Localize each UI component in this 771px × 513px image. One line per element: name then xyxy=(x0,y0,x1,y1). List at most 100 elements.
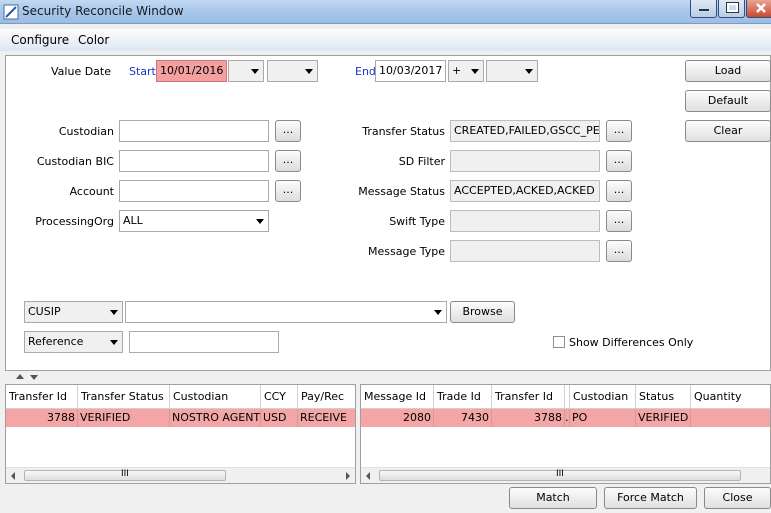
swift-type-label: Swift Type xyxy=(389,215,445,228)
transfer-status-field[interactable]: CREATED,FAILED,GSCC_PENI xyxy=(450,120,600,142)
scroll-left-icon[interactable] xyxy=(11,472,15,480)
scroll-thumb[interactable]: III xyxy=(24,469,226,481)
close-button[interactable]: Close xyxy=(704,487,771,509)
minimize-icon xyxy=(699,9,709,11)
cell-quantity xyxy=(691,409,770,427)
menu-color[interactable]: Color xyxy=(78,33,109,47)
cell-status: VERIFIED xyxy=(636,409,691,427)
match-button[interactable]: Match xyxy=(509,487,597,509)
chevron-down-icon xyxy=(471,69,479,74)
processing-org-select[interactable]: ALL xyxy=(119,210,269,232)
sd-filter-chooser-button[interactable]: ... xyxy=(606,150,632,172)
column-header[interactable]: CCY xyxy=(261,385,298,409)
account-label: Account xyxy=(69,185,114,198)
default-button[interactable]: Default xyxy=(685,90,771,112)
cell-trade-id: 7430 xyxy=(434,409,492,427)
message-status-chooser-button[interactable]: ... xyxy=(606,180,632,202)
reference-type-select[interactable]: Reference xyxy=(24,331,123,353)
chevron-down-icon xyxy=(434,310,442,315)
processing-org-value: ALL xyxy=(123,214,143,227)
security-type-value: CUSIP xyxy=(28,305,61,318)
show-differences-checkbox[interactable] xyxy=(553,336,565,348)
column-header[interactable]: Message Id xyxy=(361,385,434,409)
start-tenor-select[interactable] xyxy=(267,60,318,82)
cell-custodian: PO xyxy=(570,409,636,427)
column-header[interactable]: Status xyxy=(636,385,691,409)
cell-transfer-id: 3788 xyxy=(6,409,78,427)
chevron-down-icon xyxy=(256,219,264,224)
custodian-bic-field[interactable] xyxy=(119,150,269,172)
end-date-field[interactable]: 10/03/2017 xyxy=(375,60,446,82)
scroll-thumb[interactable]: III xyxy=(379,469,741,481)
force-match-button[interactable]: Force Match xyxy=(604,487,697,509)
reference-type-value: Reference xyxy=(28,335,84,348)
messages-table: Message Id Trade Id Transfer Id Custodia… xyxy=(360,384,771,484)
security-id-combo[interactable] xyxy=(125,301,447,323)
maximize-button[interactable] xyxy=(718,0,745,18)
maximize-icon xyxy=(726,2,739,13)
custodian-chooser-button[interactable]: ... xyxy=(275,120,301,142)
message-status-label: Message Status xyxy=(358,185,445,198)
menu-bar: Configure Color xyxy=(0,29,771,51)
column-header[interactable]: Quantity xyxy=(691,385,770,409)
end-offset-select[interactable]: + xyxy=(448,60,484,82)
security-type-select[interactable]: CUSIP xyxy=(24,301,123,323)
cell-ccy: USD xyxy=(261,409,298,427)
end-tenor-select[interactable] xyxy=(486,60,538,82)
start-offset-select[interactable] xyxy=(228,60,264,82)
horizontal-scrollbar[interactable]: III xyxy=(6,467,355,483)
collapse-down-icon[interactable] xyxy=(30,375,38,380)
horizontal-scrollbar[interactable]: III xyxy=(361,467,770,483)
value-date-label: Value Date xyxy=(51,65,111,78)
table-row[interactable]: 2080 7430 3788 . PO VERIFIED xyxy=(361,409,770,427)
chevron-down-icon xyxy=(251,69,259,74)
column-header[interactable]: Transfer Id xyxy=(492,385,565,409)
column-header[interactable]: Transfer Id xyxy=(6,385,78,409)
load-button[interactable]: Load xyxy=(685,60,771,82)
column-header[interactable]: Transfer Status xyxy=(78,385,170,409)
menu-configure[interactable]: Configure xyxy=(11,33,69,47)
custodian-field[interactable] xyxy=(119,120,269,142)
scroll-left-icon[interactable] xyxy=(366,472,370,480)
close-window-button[interactable] xyxy=(746,0,771,18)
message-type-chooser-button[interactable]: ... xyxy=(606,240,632,262)
cell-message-id: 2080 xyxy=(361,409,434,427)
browse-button[interactable]: Browse xyxy=(450,301,515,323)
cell-transfer-id: 3788 xyxy=(492,409,565,427)
transfer-status-chooser-button[interactable]: ... xyxy=(606,120,632,142)
clear-button[interactable]: Clear xyxy=(685,120,771,142)
minimize-button[interactable] xyxy=(690,0,717,18)
transfers-table: Transfer Id Transfer Status Custodian CC… xyxy=(5,384,356,484)
message-type-field[interactable] xyxy=(450,240,600,262)
cell-transfer-status: VERIFIED xyxy=(78,409,170,427)
message-type-label: Message Type xyxy=(368,245,445,258)
sd-filter-label: SD Filter xyxy=(398,155,445,168)
show-differences-label: Show Differences Only xyxy=(569,336,694,349)
reference-field[interactable] xyxy=(129,331,279,353)
message-status-field[interactable]: ACCEPTED,ACKED,ACKED UNI xyxy=(450,180,600,202)
table-row[interactable]: 3788 VERIFIED NOSTRO AGENT USD RECEIVE xyxy=(6,409,355,427)
swift-type-field[interactable] xyxy=(450,210,600,232)
column-header[interactable]: Trade Id xyxy=(434,385,492,409)
custodian-bic-chooser-button[interactable]: ... xyxy=(275,150,301,172)
column-header[interactable]: Pay/Rec xyxy=(298,385,355,409)
column-header[interactable]: Custodian xyxy=(570,385,636,409)
swift-type-chooser-button[interactable]: ... xyxy=(606,210,632,232)
start-date-field[interactable]: 10/01/2016 xyxy=(156,60,227,82)
collapse-up-icon[interactable] xyxy=(16,374,24,379)
title-bar: Security Reconcile Window xyxy=(0,0,771,24)
splitter[interactable] xyxy=(0,372,771,382)
transfer-status-label: Transfer Status xyxy=(362,125,445,138)
close-icon xyxy=(756,3,766,13)
window-title: Security Reconcile Window xyxy=(22,4,184,18)
chevron-down-icon xyxy=(110,310,118,315)
account-field[interactable] xyxy=(119,180,269,202)
account-chooser-button[interactable]: ... xyxy=(275,180,301,202)
custodian-bic-label: Custodian BIC xyxy=(36,155,114,168)
end-offset-value: + xyxy=(452,64,462,77)
scroll-right-icon[interactable] xyxy=(346,472,350,480)
chevron-down-icon xyxy=(525,69,533,74)
sd-filter-field[interactable] xyxy=(450,150,600,172)
column-header[interactable]: Custodian xyxy=(170,385,261,409)
chevron-down-icon xyxy=(305,69,313,74)
